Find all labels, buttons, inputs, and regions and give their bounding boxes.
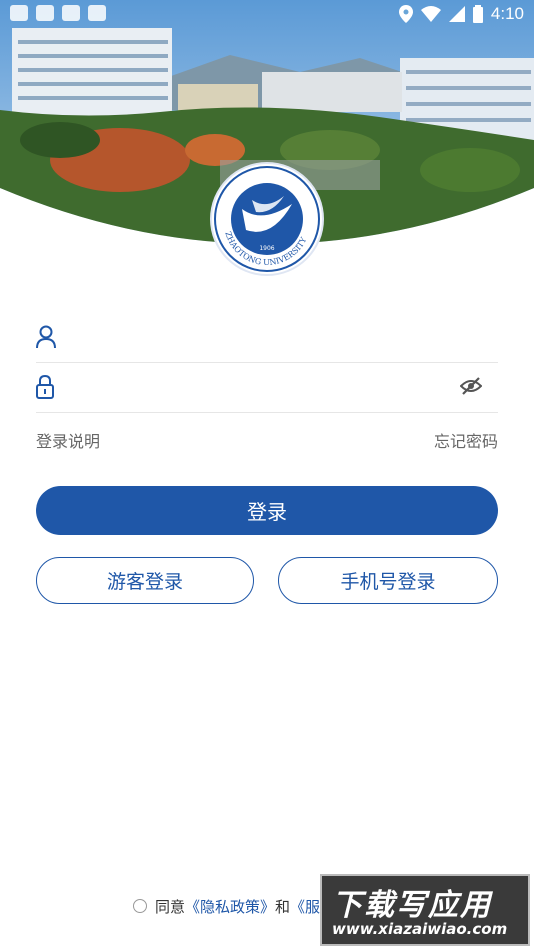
password-field (36, 362, 498, 413)
forgot-password-link[interactable]: 忘记密码 (434, 428, 498, 452)
university-logo: 1906 ZHAOTONG UNIVERSITY (212, 164, 322, 274)
agree-radio[interactable] (133, 899, 147, 913)
password-input[interactable] (80, 372, 464, 404)
privacy-policy-link[interactable]: 《隐私政策》 (185, 896, 275, 917)
notification-icon (36, 5, 54, 21)
notification-icons (10, 5, 106, 21)
status-time: 4:10 (490, 4, 524, 23)
logo-year: 1906 (259, 245, 274, 252)
wifi-icon (420, 6, 441, 22)
username-field (36, 312, 498, 363)
notification-icon (62, 5, 80, 21)
notification-icon (10, 5, 28, 21)
login-help-link[interactable]: 登录说明 (36, 428, 100, 452)
login-button[interactable]: 登录 (36, 486, 498, 535)
lock-icon (36, 375, 54, 399)
guest-login-button[interactable]: 游客登录 (36, 557, 254, 604)
signal-icon (448, 6, 465, 22)
battery-icon (472, 5, 483, 23)
eye-off-icon[interactable] (460, 376, 482, 396)
watermark-site: www.xiazaiwiao.com (332, 920, 508, 938)
notification-icon (88, 5, 106, 21)
agreement-row: 同意 《隐私政策》 和 《服务... (133, 895, 349, 917)
login-links-row: 登录说明 忘记密码 (36, 426, 498, 452)
watermark-title: 下载写应用 (332, 888, 492, 923)
watermark-badge: 下载写应用 www.xiazaiwiao.com (320, 874, 530, 946)
status-bar: 4:10 (0, 0, 534, 28)
user-icon (36, 325, 56, 349)
agree-prefix: 同意 (155, 897, 186, 916)
username-input[interactable] (80, 322, 464, 354)
phone-login-button[interactable]: 手机号登录 (278, 557, 498, 604)
location-icon (398, 5, 413, 23)
agree-and: 和 (275, 897, 291, 916)
